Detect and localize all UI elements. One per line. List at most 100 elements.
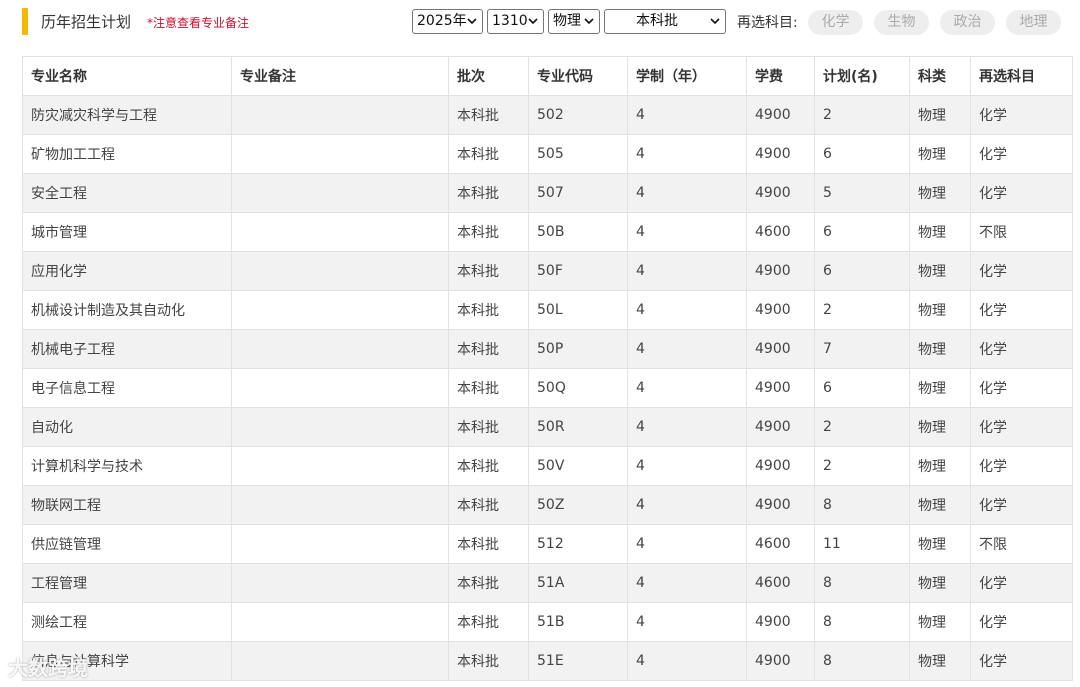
cell-reselect-subject: 不限 — [970, 212, 1073, 252]
watermark-text: 大数跨境 — [8, 656, 88, 680]
batch-select-value: 本科批 — [636, 13, 678, 29]
cell-reselect-subject: 化学 — [970, 563, 1073, 603]
cell-category: 物理 — [909, 95, 971, 135]
batch-select[interactable]: 本科批 — [604, 9, 726, 34]
subject-select[interactable]: 物理 — [548, 9, 600, 34]
cell-major-remark — [231, 251, 449, 291]
cell-reselect-subject: 化学 — [970, 329, 1073, 369]
cell-major-name: 机械电子工程 — [22, 329, 232, 369]
cell-reselect-subject: 化学 — [970, 641, 1073, 681]
cell-batch: 本科批 — [448, 290, 529, 330]
table-row: 矿物加工工程 本科批 505 4 4900 6 物理 化学 — [22, 134, 1073, 174]
cell-plan-count: 2 — [814, 407, 910, 447]
cell-major-code: 51A — [528, 563, 628, 603]
cell-major-remark — [231, 563, 449, 603]
cell-plan-count: 8 — [814, 563, 910, 603]
cell-major-code: 51B — [528, 602, 628, 642]
cell-reselect-subject: 化学 — [970, 368, 1073, 408]
cell-duration: 4 — [627, 641, 747, 681]
cell-category: 物理 — [909, 173, 971, 213]
cell-batch: 本科批 — [448, 641, 529, 681]
cell-plan-count: 8 — [814, 641, 910, 681]
table-row: 自动化 本科批 50R 4 4900 2 物理 化学 — [22, 407, 1073, 447]
column-header-major-remark: 专业备注 — [231, 56, 449, 96]
column-header-category: 科类 — [909, 56, 971, 96]
watermark-logo: 大数跨境 — [8, 652, 88, 681]
cell-plan-count: 8 — [814, 602, 910, 642]
table-row: 信息与计算科学 本科批 51E 4 4900 8 物理 化学 — [22, 641, 1073, 681]
cell-batch: 本科批 — [448, 602, 529, 642]
cell-duration: 4 — [627, 329, 747, 369]
year-select-value: 2025年 — [417, 13, 467, 29]
cell-major-remark — [231, 173, 449, 213]
cell-plan-count: 6 — [814, 368, 910, 408]
table-row: 安全工程 本科批 507 4 4900 5 物理 化学 — [22, 173, 1073, 213]
cell-major-remark — [231, 485, 449, 525]
table-row: 机械电子工程 本科批 50P 4 4900 7 物理 化学 — [22, 329, 1073, 369]
cell-major-remark — [231, 407, 449, 447]
cell-major-code: 51E — [528, 641, 628, 681]
column-header-major-name: 专业名称 — [22, 56, 232, 96]
cell-major-remark — [231, 368, 449, 408]
reselect-option-biology[interactable]: 生物 — [874, 10, 929, 35]
cell-major-name: 防灾减灾科学与工程 — [22, 95, 232, 135]
chevron-down-icon — [467, 10, 477, 42]
cell-major-remark — [231, 329, 449, 369]
table-row: 供应链管理 本科批 512 4 4600 11 物理 不限 — [22, 524, 1073, 564]
cell-major-name: 机械设计制造及其自动化 — [22, 290, 232, 330]
page-header: 历年招生计划 *注意查看专业备注 2025年 1310 物理 本科批 再选科目:… — [0, 0, 1080, 44]
cell-category: 物理 — [909, 368, 971, 408]
cell-major-code: 50Q — [528, 368, 628, 408]
table-row: 防灾减灾科学与工程 本科批 502 4 4900 2 物理 化学 — [22, 95, 1073, 135]
reselect-option-geography[interactable]: 地理 — [1006, 10, 1061, 35]
cell-plan-count: 11 — [814, 524, 910, 564]
cell-major-code: 50F — [528, 251, 628, 291]
cell-major-name: 供应链管理 — [22, 524, 232, 564]
cell-major-name: 电子信息工程 — [22, 368, 232, 408]
column-header-plan-count: 计划(名) — [814, 56, 910, 96]
cell-batch: 本科批 — [448, 407, 529, 447]
cell-duration: 4 — [627, 407, 747, 447]
reselect-option-chemistry[interactable]: 化学 — [808, 10, 863, 35]
province-code-select[interactable]: 1310 — [487, 9, 544, 34]
cell-major-name: 物联网工程 — [22, 485, 232, 525]
cell-major-code: 507 — [528, 173, 628, 213]
cell-tuition: 4900 — [746, 329, 815, 369]
cell-category: 物理 — [909, 329, 971, 369]
cell-duration: 4 — [627, 563, 747, 603]
cell-tuition: 4900 — [746, 95, 815, 135]
cell-duration: 4 — [627, 251, 747, 291]
cell-duration: 4 — [627, 368, 747, 408]
enrollment-plan-table: 专业名称 专业备注 批次 专业代码 学制（年） 学费 计划(名) 科类 再选科目… — [22, 56, 1073, 681]
cell-major-remark — [231, 446, 449, 486]
cell-reselect-subject: 化学 — [970, 251, 1073, 291]
chevron-down-icon — [710, 10, 720, 42]
cell-major-name: 计算机科学与技术 — [22, 446, 232, 486]
cell-batch: 本科批 — [448, 524, 529, 564]
cell-category: 物理 — [909, 134, 971, 174]
cell-major-code: 50B — [528, 212, 628, 252]
cell-major-code: 50P — [528, 329, 628, 369]
cell-reselect-subject: 化学 — [970, 134, 1073, 174]
cell-category: 物理 — [909, 446, 971, 486]
chevron-down-icon — [528, 10, 538, 42]
cell-duration: 4 — [627, 524, 747, 564]
column-header-major-code: 专业代码 — [528, 56, 628, 96]
reselect-option-politics[interactable]: 政治 — [940, 10, 995, 35]
chevron-down-icon — [584, 10, 594, 42]
cell-tuition: 4900 — [746, 173, 815, 213]
table-row: 计算机科学与技术 本科批 50V 4 4900 2 物理 化学 — [22, 446, 1073, 486]
column-header-duration: 学制（年） — [627, 56, 747, 96]
cell-batch: 本科批 — [448, 95, 529, 135]
cell-tuition: 4900 — [746, 407, 815, 447]
cell-major-code: 50Z — [528, 485, 628, 525]
column-header-tuition: 学费 — [746, 56, 815, 96]
cell-major-remark — [231, 212, 449, 252]
table-row: 应用化学 本科批 50F 4 4900 6 物理 化学 — [22, 251, 1073, 291]
cell-category: 物理 — [909, 407, 971, 447]
year-select[interactable]: 2025年 — [412, 9, 483, 34]
cell-plan-count: 6 — [814, 134, 910, 174]
cell-major-code: 50V — [528, 446, 628, 486]
cell-plan-count: 7 — [814, 329, 910, 369]
cell-reselect-subject: 化学 — [970, 446, 1073, 486]
